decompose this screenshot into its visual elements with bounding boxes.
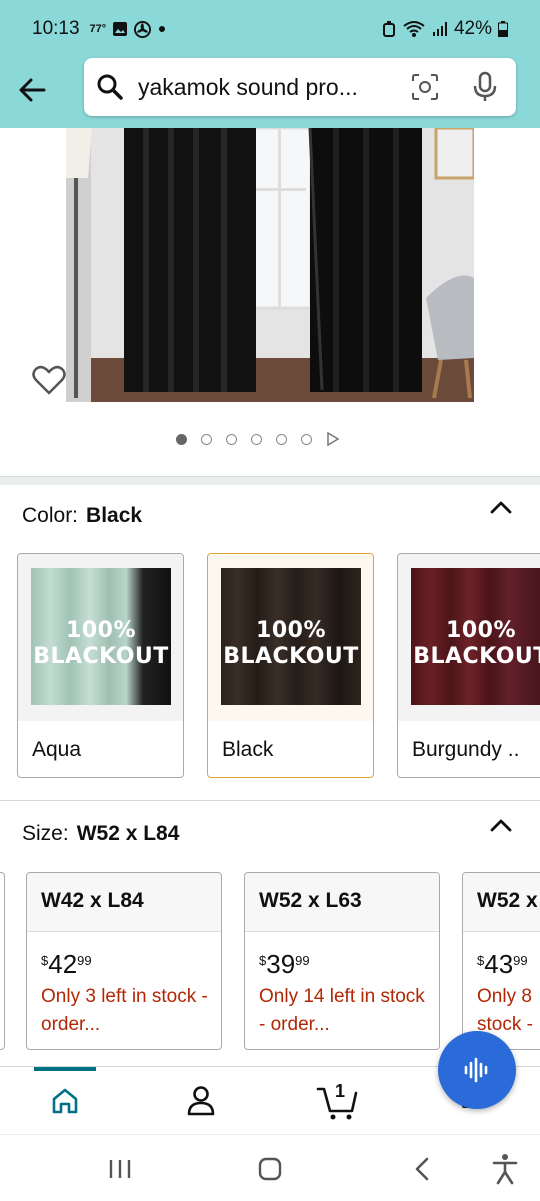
cart-count: 1 xyxy=(335,1081,346,1101)
wishlist-heart-icon[interactable] xyxy=(32,364,66,396)
home-system-icon[interactable] xyxy=(258,1157,282,1181)
price-cents: 99 xyxy=(295,953,310,968)
price-whole: 43 xyxy=(484,949,514,979)
swatch-area: 100% BLACKOUT xyxy=(398,554,540,721)
account-icon[interactable] xyxy=(186,1085,216,1117)
stock-status: Only 14 left in stock - order... xyxy=(259,986,425,1035)
swatch-text-line1: 100% xyxy=(256,618,326,643)
swatch-text-line1: 100% xyxy=(66,618,136,643)
gallery-icon xyxy=(113,22,128,36)
color-selected: Black xyxy=(86,504,143,527)
back-arrow-icon[interactable] xyxy=(14,72,50,108)
carousel-dot[interactable] xyxy=(201,433,212,445)
size-heading: Size: W52 x L84 xyxy=(22,822,179,846)
alarm-icon xyxy=(382,21,395,37)
stock-status: Only 8 stock - xyxy=(477,986,533,1035)
search-header: yakamok sound pro... xyxy=(0,58,540,128)
product-image[interactable] xyxy=(66,128,474,402)
color-option-label: Black xyxy=(222,738,274,761)
price-whole: 39 xyxy=(266,949,296,979)
size-option-header: W42 x L84 xyxy=(27,873,221,932)
color-option-burgundy[interactable]: 100% BLACKOUT Burgundy .. xyxy=(397,553,540,778)
burgundy-swatch: 100% BLACKOUT xyxy=(411,568,540,705)
recent-apps-icon[interactable] xyxy=(108,1159,132,1179)
size-label: Size: xyxy=(22,822,69,845)
swatch-text-line2: BLACKOUT xyxy=(223,644,359,669)
carousel-dot[interactable] xyxy=(176,433,187,445)
size-option-label: W52 x L63 xyxy=(259,889,362,912)
size-option-w52-l63[interactable]: W52 x L63 $3999 Only 14 left in stock - … xyxy=(244,872,440,1050)
swatch-text-line2: BLACKOUT xyxy=(33,644,169,669)
size-option-w52-partial[interactable]: W52 x $4399 Only 8 stock - xyxy=(462,872,540,1050)
status-time: 10:13 xyxy=(32,18,80,39)
status-bar: 10:13 77° 42% xyxy=(0,0,540,58)
size-option-price: $4299 xyxy=(41,949,92,980)
wifi-icon xyxy=(403,21,425,37)
battery-icon xyxy=(498,21,508,37)
status-left: 10:13 77° xyxy=(32,18,167,40)
swatch-area: 100% BLACKOUT xyxy=(208,554,373,721)
carousel-dot[interactable] xyxy=(276,433,287,445)
voice-assistant-button[interactable] xyxy=(438,1031,516,1109)
size-option-partial[interactable] xyxy=(0,872,5,1050)
size-selected: W52 x L84 xyxy=(76,822,180,845)
battery-percent: 42% xyxy=(453,18,492,39)
color-option-label: Aqua xyxy=(32,738,82,761)
aqua-swatch: 100% BLACKOUT xyxy=(31,568,171,705)
back-system-icon[interactable] xyxy=(412,1157,432,1181)
color-option-aqua[interactable]: 100% BLACKOUT Aqua xyxy=(17,553,184,778)
size-option-header: W52 x L63 xyxy=(245,873,439,932)
size-option-price: $4399 xyxy=(477,949,528,980)
search-icon xyxy=(97,74,123,100)
color-option-label: Burgundy .. xyxy=(412,738,520,761)
swatch-area: 100% BLACKOUT xyxy=(18,554,183,721)
carousel-dots xyxy=(176,432,340,446)
active-tab-indicator xyxy=(34,1067,96,1071)
cart-button[interactable]: 1 xyxy=(316,1081,360,1121)
search-query: yakamok sound pro... xyxy=(138,74,358,100)
curtain-photo xyxy=(66,128,474,402)
swatch-text-line1: 100% xyxy=(446,618,516,643)
status-right: 42% xyxy=(382,18,508,40)
dot-icon xyxy=(159,26,166,32)
color-option-black[interactable]: 100% BLACKOUT Black xyxy=(207,553,374,778)
price-cents: 99 xyxy=(513,953,528,968)
size-option-price: $3999 xyxy=(259,949,310,980)
carousel-dot[interactable] xyxy=(226,433,237,445)
system-navigation xyxy=(0,1134,540,1201)
carousel-dot[interactable] xyxy=(301,433,312,445)
accessibility-icon[interactable] xyxy=(492,1153,518,1185)
carousel-dot[interactable] xyxy=(251,433,262,445)
sound-wave-icon xyxy=(464,1057,488,1083)
price-cents: 99 xyxy=(77,953,92,968)
collapse-chevron-icon[interactable] xyxy=(488,498,514,518)
status-temp: 77° xyxy=(89,23,107,35)
black-swatch: 100% BLACKOUT xyxy=(221,568,361,705)
play-video-icon[interactable] xyxy=(326,432,340,446)
currency-symbol: $ xyxy=(477,953,485,968)
microphone-icon[interactable] xyxy=(472,71,498,103)
size-option-label: W52 x xyxy=(477,889,538,912)
price-whole: 42 xyxy=(48,949,78,979)
section-divider xyxy=(0,476,540,485)
fan-icon xyxy=(134,20,152,38)
signal-icon xyxy=(432,22,447,36)
collapse-chevron-icon[interactable] xyxy=(488,816,514,836)
size-option-label: W42 x L84 xyxy=(41,889,144,912)
color-label: Color: xyxy=(22,504,79,527)
currency-symbol: $ xyxy=(259,953,267,968)
search-input[interactable]: yakamok sound pro... xyxy=(84,58,516,116)
currency-symbol: $ xyxy=(41,953,49,968)
camera-search-icon[interactable] xyxy=(410,72,440,102)
size-option-header: W52 x xyxy=(463,873,540,932)
swatch-text-line2: BLACKOUT xyxy=(413,644,540,669)
home-icon[interactable] xyxy=(50,1087,80,1115)
color-heading: Color: Black xyxy=(22,504,142,528)
size-option-w42-l84[interactable]: W42 x L84 $4299 Only 3 left in stock - o… xyxy=(26,872,222,1050)
stock-status: Only 3 left in stock - order... xyxy=(41,986,208,1035)
section-divider xyxy=(0,800,540,801)
